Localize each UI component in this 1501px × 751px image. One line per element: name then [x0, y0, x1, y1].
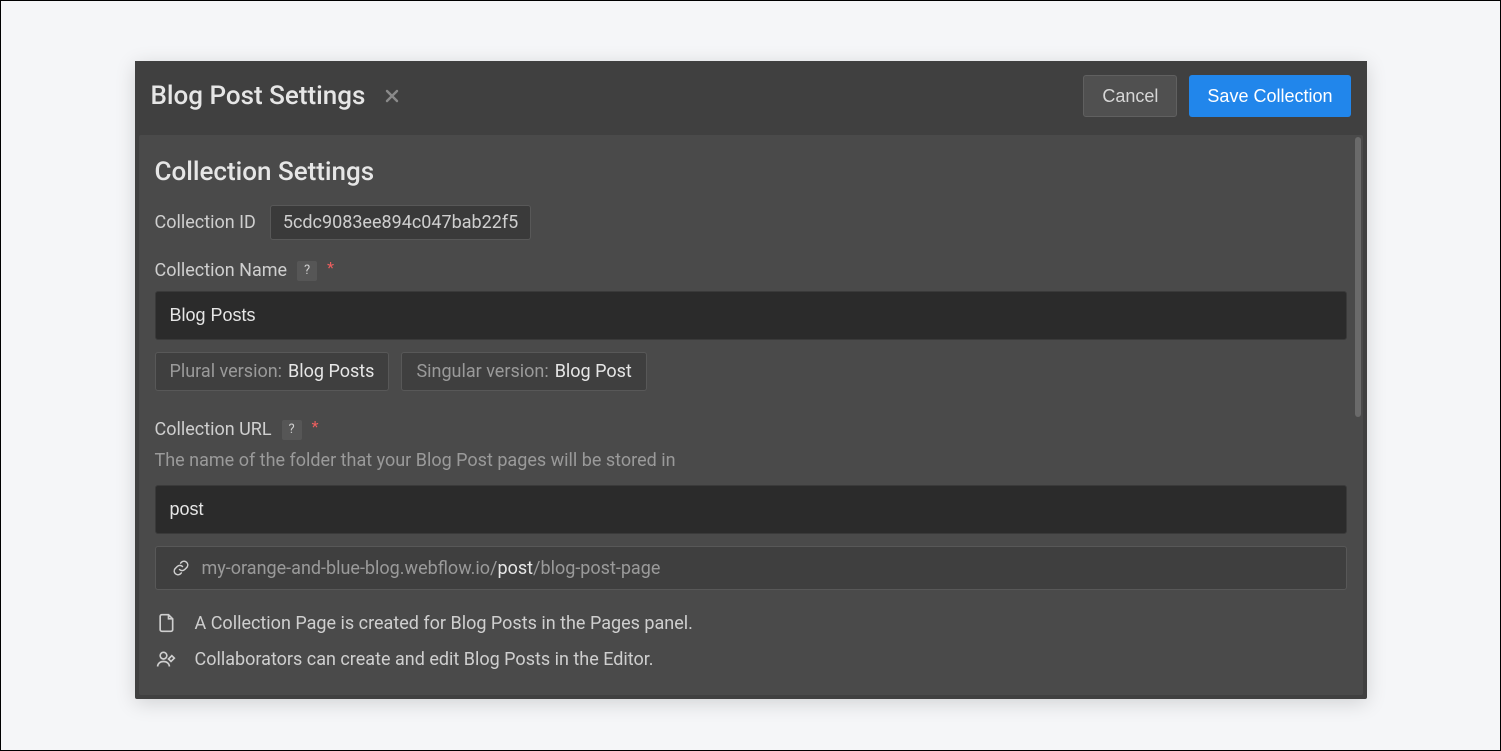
- info-row-collab: Collaborators can create and edit Blog P…: [155, 648, 1347, 670]
- dialog-header: Blog Post Settings Cancel Save Collectio…: [135, 61, 1367, 131]
- section-title: Collection Settings: [155, 157, 1347, 187]
- plural-key: Plural version:: [170, 361, 283, 382]
- plural-value: Blog Posts: [288, 361, 374, 382]
- required-marker: *: [312, 419, 319, 435]
- info-list: A Collection Page is created for Blog Po…: [155, 612, 1347, 670]
- url-preview-prefix: my-orange-and-blue-blog.webflow.io/: [202, 558, 498, 579]
- collection-id-value[interactable]: 5cdc9083ee894c047bab22f5: [270, 205, 531, 240]
- collection-name-input[interactable]: [155, 291, 1347, 340]
- singular-key: Singular version:: [416, 361, 548, 382]
- collection-id-label: Collection ID: [155, 212, 256, 233]
- info-collab-text: Collaborators can create and edit Blog P…: [195, 649, 654, 670]
- collection-url-input[interactable]: [155, 485, 1347, 534]
- link-icon: [170, 557, 192, 579]
- collaborators-icon: [155, 648, 177, 670]
- help-icon[interactable]: ?: [297, 261, 317, 281]
- singular-value: Blog Post: [555, 361, 632, 382]
- info-page-text: A Collection Page is created for Blog Po…: [195, 613, 693, 634]
- collection-url-label-row: Collection URL ? *: [155, 419, 1347, 440]
- singular-chip[interactable]: Singular version: Blog Post: [401, 352, 646, 391]
- collection-name-label-row: Collection Name ? *: [155, 260, 1347, 281]
- required-marker: *: [327, 260, 334, 276]
- url-preview: my-orange-and-blue-blog.webflow.io/post/…: [155, 546, 1347, 590]
- url-preview-suffix: /blog-post-page: [533, 558, 660, 579]
- collection-url-label: Collection URL: [155, 419, 272, 440]
- dialog-body: Collection Settings Collection ID 5cdc90…: [139, 135, 1363, 695]
- url-preview-slug: post: [497, 558, 533, 579]
- close-icon[interactable]: [383, 87, 401, 105]
- collection-name-label: Collection Name: [155, 260, 288, 281]
- settings-dialog: Blog Post Settings Cancel Save Collectio…: [135, 61, 1367, 699]
- help-icon[interactable]: ?: [282, 420, 302, 440]
- page-icon: [155, 612, 177, 634]
- variant-row: Plural version: Blog Posts Singular vers…: [155, 352, 1347, 391]
- collection-id-row: Collection ID 5cdc9083ee894c047bab22f5: [155, 205, 1347, 240]
- scrollbar-thumb[interactable]: [1355, 137, 1361, 417]
- collection-url-helper: The name of the folder that your Blog Po…: [155, 450, 1347, 471]
- save-collection-button[interactable]: Save Collection: [1189, 75, 1350, 117]
- info-row-page: A Collection Page is created for Blog Po…: [155, 612, 1347, 634]
- cancel-button[interactable]: Cancel: [1083, 75, 1177, 117]
- dialog-title: Blog Post Settings: [151, 81, 366, 111]
- plural-chip[interactable]: Plural version: Blog Posts: [155, 352, 390, 391]
